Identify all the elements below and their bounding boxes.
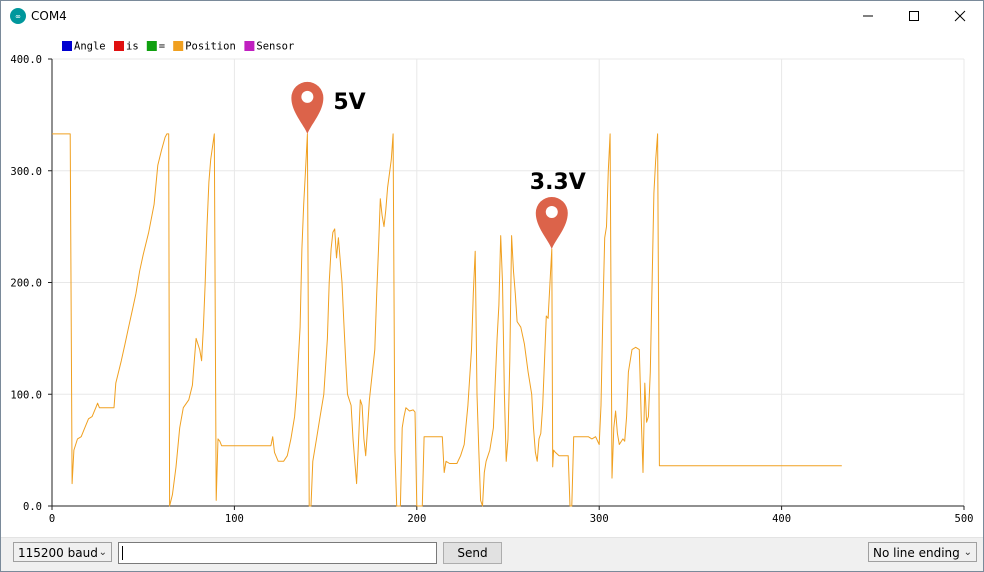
legend-swatch [173, 41, 184, 51]
x-tick-label: 500 [955, 513, 974, 525]
title-bar: ∞ COM4 [1, 1, 983, 31]
y-tick-label: 300.0 [10, 166, 42, 178]
x-tick-label: 100 [225, 513, 244, 525]
send-button[interactable]: Send [443, 542, 502, 564]
map-pin-hole [545, 205, 558, 218]
line-ending-value: No line ending [873, 546, 960, 560]
series-lines [52, 133, 842, 507]
map-pin-marker [291, 81, 324, 134]
map-pin-marker [535, 196, 568, 249]
svg-text:∞: ∞ [16, 12, 21, 21]
arduino-icon: ∞ [10, 8, 26, 24]
x-tick-label: 200 [407, 513, 426, 525]
maximize-button[interactable] [891, 1, 937, 31]
line-ending-select[interactable]: No line ending ⌄ [868, 542, 977, 562]
text-caret [122, 546, 123, 560]
axes: 0.0 100.0 200.0 300.0 400.0 0 100 200 300 400 500 [10, 54, 973, 525]
x-tick-label: 300 [590, 513, 609, 525]
minimize-button[interactable] [845, 1, 891, 31]
voltage-label: 5V [333, 90, 365, 115]
maximize-icon [909, 11, 919, 21]
baud-rate-value: 115200 baud [18, 546, 98, 560]
y-tick-label: 400.0 [10, 54, 42, 66]
legend-swatch [62, 41, 72, 51]
plot-area: Angle is = Position Sensor 0.0 100.0 200.0 300.… [1, 31, 983, 535]
serial-plotter-window: ∞ COM4 Angle is = Position Sensor 0.0 100.0 20… [0, 0, 984, 572]
minimize-icon [863, 15, 873, 17]
legend-label: Position [185, 41, 236, 53]
series-line-position [52, 133, 842, 507]
close-icon [954, 10, 966, 22]
y-tick-label: 100.0 [10, 389, 42, 401]
chevron-down-icon: ⌄ [963, 547, 972, 558]
y-tick-label: 0.0 [23, 501, 42, 513]
map-pin-icon [535, 196, 568, 249]
close-button[interactable] [937, 1, 983, 31]
serial-input[interactable] [118, 542, 437, 564]
legend-label: Sensor [256, 41, 294, 53]
legend-label: Angle [74, 41, 106, 53]
baud-rate-select[interactable]: 115200 baud ⌄ [13, 542, 112, 562]
legend-swatch [146, 41, 157, 51]
voltage-label: 3.3V [530, 170, 586, 195]
bottom-toolbar: 115200 baud ⌄ Send No line ending ⌄ [1, 537, 983, 571]
map-pin-icon [291, 81, 324, 134]
annotations: 5V 3.3V [291, 81, 586, 249]
map-pin-hole [301, 90, 314, 103]
legend-swatch [114, 41, 124, 51]
window-title: COM4 [31, 9, 67, 23]
legend-swatch [244, 41, 255, 51]
legend-label: = [159, 41, 165, 53]
x-tick-label: 0 [49, 513, 55, 525]
legend-label: is [126, 41, 139, 53]
x-tick-label: 400 [772, 513, 791, 525]
legend: Angle is = Position Sensor [62, 41, 294, 53]
serial-plot: Angle is = Position Sensor 0.0 100.0 200.0 300.… [10, 41, 973, 526]
y-tick-label: 200.0 [10, 278, 42, 290]
chevron-down-icon: ⌄ [98, 547, 107, 558]
